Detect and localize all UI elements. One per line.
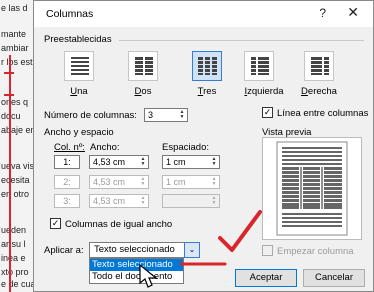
right-column-icon xyxy=(311,57,329,75)
preview-page-icon xyxy=(276,141,348,236)
column-width-input: 4,53 cm ▲ ▼ xyxy=(89,175,149,189)
line-between-label: Línea entre columnas xyxy=(277,108,369,119)
preset-left-button[interactable] xyxy=(244,51,274,81)
close-icon[interactable]: ✕ xyxy=(347,4,359,21)
annotation-red-dash xyxy=(4,72,14,74)
dialog-title: Columnas xyxy=(46,8,94,20)
num-columns-label: Número de columnas: xyxy=(44,110,137,121)
preset-three-button[interactable] xyxy=(192,51,222,81)
apply-to-label: Aplicar a: xyxy=(44,245,84,256)
presets-label: Preestablecidas xyxy=(44,34,112,45)
column-number: 3: xyxy=(54,194,80,208)
one-column-icon xyxy=(71,57,89,75)
left-column-icon xyxy=(251,57,269,75)
preset-one-button[interactable] xyxy=(64,51,94,81)
preset-two-button[interactable] xyxy=(128,51,158,81)
preset-two-label: Dos xyxy=(134,86,152,97)
column-number: 1: xyxy=(54,155,80,169)
chevron-down-icon[interactable]: ⌄ xyxy=(184,242,200,258)
col-header: Col. nº: xyxy=(54,142,85,153)
column-spacing-input: ▲ ▼ xyxy=(162,194,220,208)
divider xyxy=(119,40,364,41)
column-spacing-input: 1 cm ▲ ▼ xyxy=(162,175,220,189)
preset-three-label: Tres xyxy=(197,86,217,97)
equal-width-label: Columnas de igual ancho xyxy=(65,219,173,230)
annotation-underline xyxy=(179,262,227,266)
width-spacing-label: Ancho y espacio xyxy=(44,127,114,138)
new-column-label: Empezar columna xyxy=(277,246,354,257)
preset-right-button[interactable] xyxy=(304,51,334,81)
option-selected-text[interactable]: Texto seleccionado xyxy=(90,259,183,271)
apply-to-options: Texto seleccionado Todo el documento xyxy=(89,258,184,284)
annotation-checkmark xyxy=(218,210,262,252)
columns-dialog: Columnas ? ✕ Preestablecidas Una Dos Tre… xyxy=(33,0,374,292)
apply-to-select[interactable]: Texto seleccionado xyxy=(89,242,199,258)
column-width-input[interactable]: 4,53 cm ▲ ▼ xyxy=(89,155,149,169)
preset-right-label: Derecha xyxy=(301,86,337,97)
title-bar: Columnas ? ✕ xyxy=(34,1,373,27)
annotation-red-line xyxy=(9,55,11,292)
num-columns-stepper[interactable]: 3 ▲ ▼ xyxy=(144,108,188,122)
column-spacing-input[interactable]: 1 cm ▲ ▼ xyxy=(162,155,220,169)
cancel-button[interactable]: Cancelar xyxy=(303,269,365,287)
num-columns-value: 3 xyxy=(148,110,154,120)
preset-left-label: Izquierda xyxy=(244,86,284,97)
help-icon[interactable]: ? xyxy=(319,6,326,20)
preset-one-label: Una xyxy=(70,86,88,97)
annotation-red-dash xyxy=(4,94,14,96)
preview-pane xyxy=(262,137,362,240)
equal-width-checkbox[interactable]: ✓ xyxy=(50,218,61,229)
cursor-icon xyxy=(139,263,158,288)
spacing-header: Espaciado: xyxy=(162,142,210,153)
three-columns-icon xyxy=(198,57,217,75)
column-number: 2: xyxy=(54,175,80,189)
accept-button[interactable]: Aceptar xyxy=(235,269,297,287)
width-header: Ancho: xyxy=(90,142,120,153)
column-width-input: 4,53 cm ▲ ▼ xyxy=(89,194,149,208)
line-between-checkbox[interactable]: ✓ xyxy=(262,107,273,118)
option-whole-document[interactable]: Todo el documento xyxy=(90,271,183,283)
two-columns-icon xyxy=(135,57,153,75)
stepper-arrows-icon[interactable]: ▲ ▼ xyxy=(178,110,186,121)
